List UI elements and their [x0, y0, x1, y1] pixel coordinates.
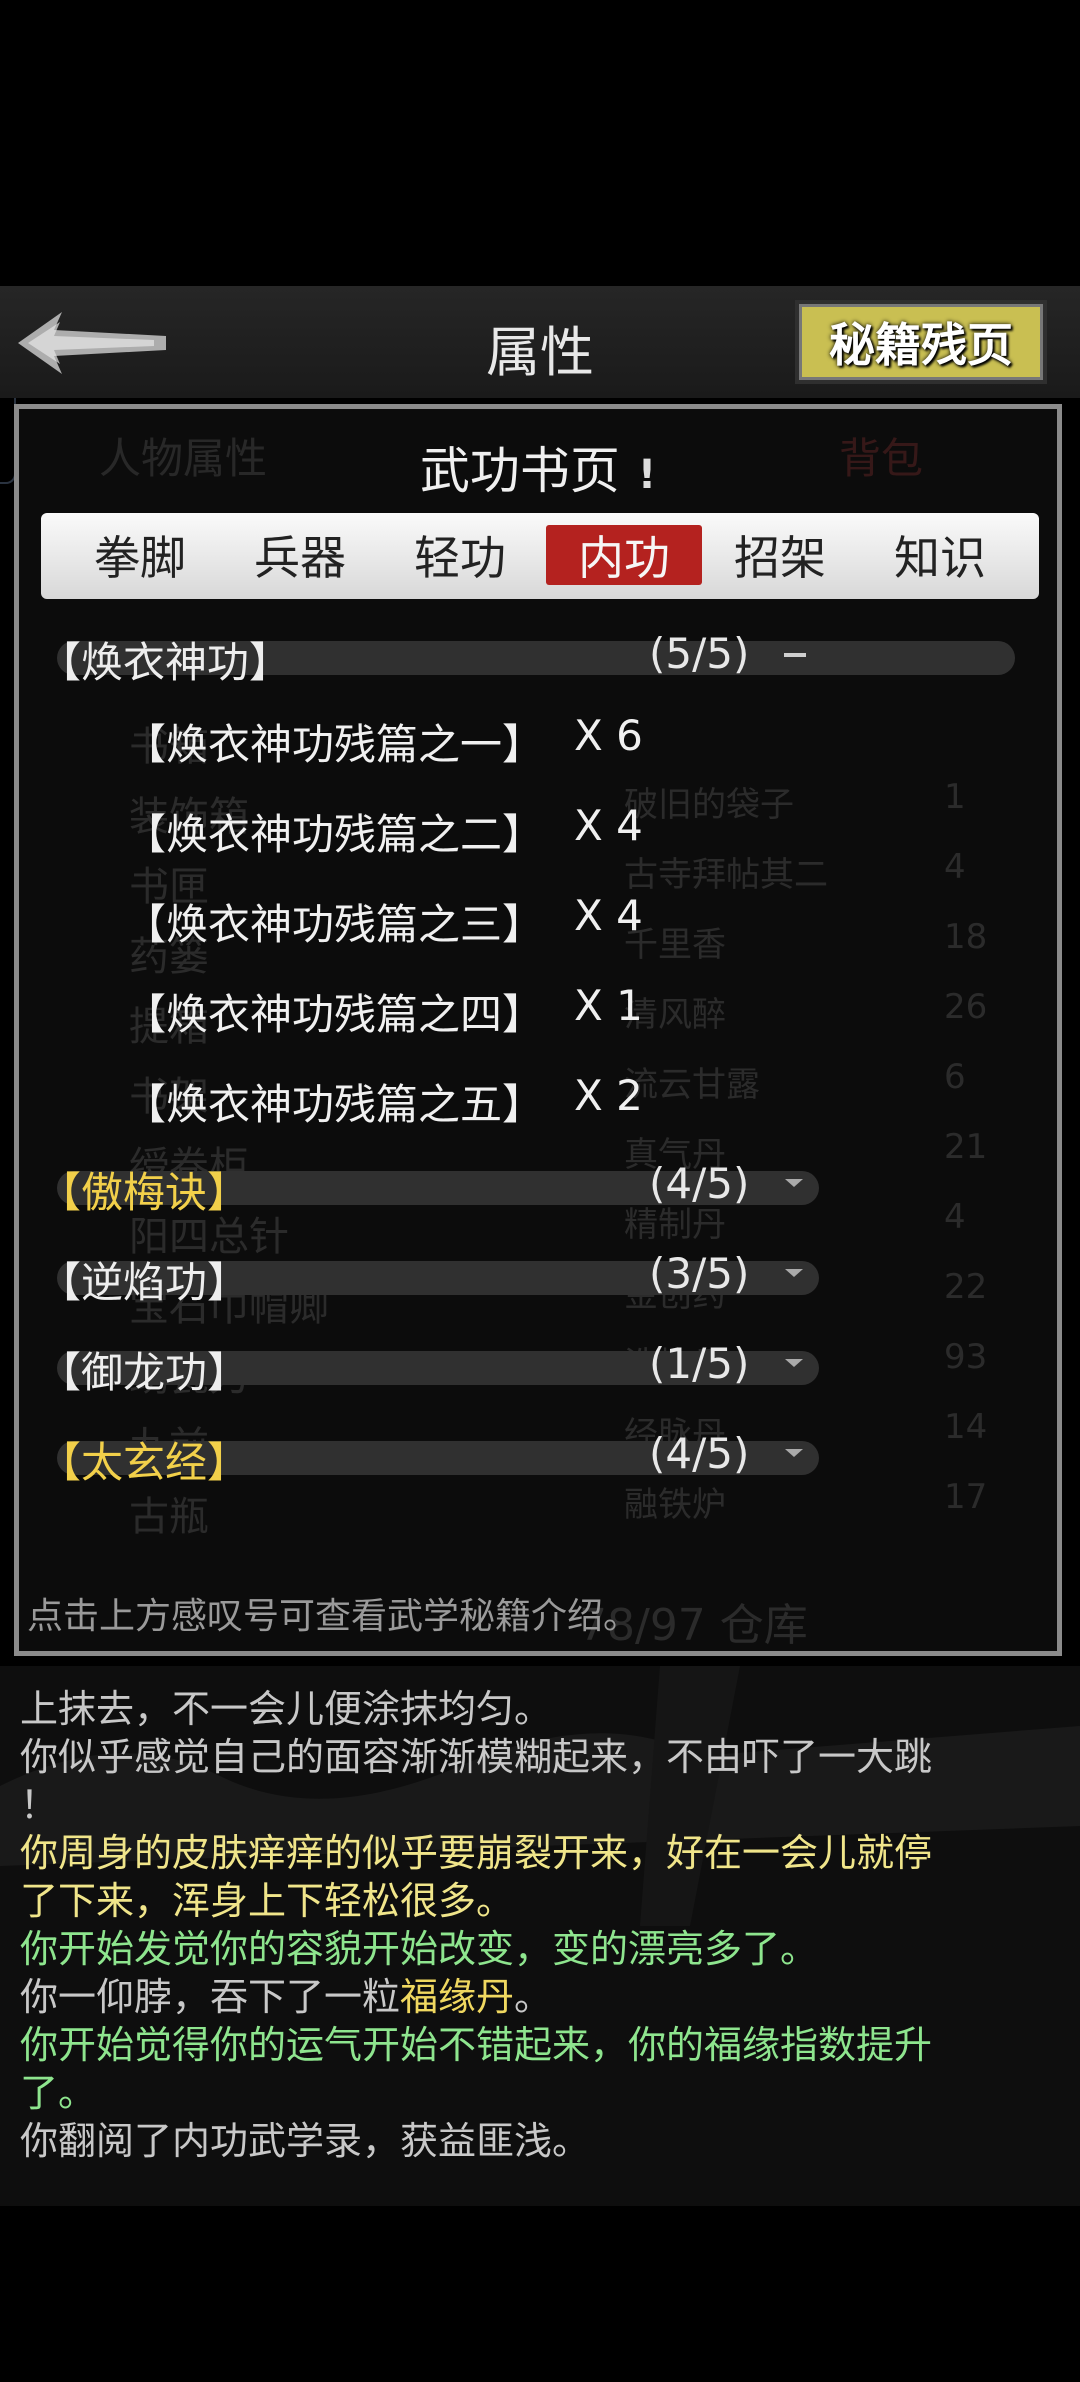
expand-chevron-icon[interactable] — [785, 1269, 803, 1277]
bg-right-item-count: 18 — [944, 917, 988, 957]
group-count: (4/5) — [649, 1159, 750, 1208]
bg-right-item-name: 融铁炉 — [624, 1485, 726, 1525]
bg-right-item-count: 4 — [944, 1197, 966, 1237]
group-count: (4/5) — [649, 1429, 750, 1478]
fragment-item-name: 【焕衣神功残篇之四】 — [124, 990, 545, 1039]
expand-chevron-icon[interactable] — [785, 1359, 803, 1367]
panel-title: 武功书页! — [19, 431, 1057, 503]
log-tail: 。 — [514, 1975, 553, 2019]
log-highlight: 福缘丹 — [400, 1975, 515, 2019]
log-text: 你似乎感觉自己的面容渐渐模糊起来，不由吓了一大跳 — [20, 1735, 933, 1779]
log-text: 你翻阅了内功武学录，获益匪浅。 — [20, 2119, 591, 2163]
fragment-item-qty: X 2 — [574, 1071, 643, 1120]
group-name: 【太玄经】 — [39, 1438, 250, 1487]
log-text: 了下来，浑身上下轻松很多。 — [20, 1879, 515, 1923]
log-line: 你开始觉得你的运气开始不错起来，你的福缘指数提升 — [20, 2014, 932, 2069]
tab-inner-power[interactable]: 内功 — [546, 525, 702, 585]
tab-knowledge[interactable]: 知识 — [862, 525, 1018, 585]
log-line: 你开始发觉你的容貌开始改变，变的漂亮多了。 — [20, 1918, 818, 1973]
group-count: (3/5) — [649, 1249, 750, 1298]
category-tabs: 拳脚 兵器 轻功 内功 招架 知识 — [41, 513, 1039, 599]
bg-right-item-name: 古寺拜帖其二 — [624, 855, 828, 895]
log-text: 了。 — [20, 2071, 97, 2115]
martial-arts-panel: 人物属性 背包 78/97 仓库 书箱 装饰箱 书匣 药篓 提箱 书架 绶卷柜 阳四总针 宝石巾… — [14, 404, 1062, 1656]
log-text: 你开始发觉你的容貌开始改变，变的漂亮多了。 — [20, 1927, 819, 1971]
fragment-item-qty: X 4 — [574, 891, 643, 940]
tab-lightness[interactable]: 轻功 — [382, 525, 538, 585]
bg-right-item-count: 21 — [944, 1127, 988, 1167]
log-line: 了下来，浑身上下轻松很多。 — [20, 1870, 514, 1925]
group-name: 【逆焰功】 — [39, 1258, 250, 1307]
panel-title-text: 武功书页 — [419, 442, 620, 500]
hint-text: 点击上方感叹号可查看武学秘籍介绍。 — [27, 1596, 640, 1637]
tab-fist[interactable]: 拳脚 — [62, 525, 218, 585]
bg-right-item-count: 93 — [944, 1337, 988, 1377]
bg-right-item-count: 4 — [944, 847, 966, 887]
info-exclamation-button[interactable]: ! — [638, 452, 656, 498]
fragment-item-name: 【焕衣神功残篇之五】 — [124, 1080, 545, 1129]
log-line: 了。 — [20, 2062, 96, 2117]
bg-right-item-count: 22 — [944, 1267, 988, 1307]
bg-right-item-name: 流云甘露 — [624, 1065, 760, 1105]
fragment-item-qty: X 6 — [574, 711, 643, 760]
log-line: 你似乎感觉自己的面容渐渐模糊起来，不由吓了一大跳 — [20, 1726, 932, 1781]
log-line: 你周身的皮肤痒痒的似乎要崩裂开来，好在一会儿就停 — [20, 1822, 932, 1877]
bg-right-item-count: 17 — [944, 1477, 988, 1517]
log-line: 你一仰脖，吞下了一粒福缘丹。 — [20, 1966, 552, 2021]
bg-right-item-name: 破旧的袋子 — [624, 785, 794, 825]
log-line: 上抹去，不一会儿便涂抹均匀。 — [20, 1678, 552, 1733]
bg-right-item-count: 6 — [944, 1057, 966, 1097]
bg-right-item-count: 1 — [944, 777, 966, 817]
tab-weapon[interactable]: 兵器 — [222, 525, 378, 585]
log-text: ！ — [20, 1783, 59, 1827]
tab-parry[interactable]: 招架 — [702, 525, 858, 585]
log-line: ！ — [20, 1774, 58, 1829]
message-log: 上抹去，不一会儿便涂抹均匀。 你似乎感觉自己的面容渐渐模糊起来，不由吓了一大跳！你… — [0, 1666, 1080, 2206]
fragment-item-name: 【焕衣神功残篇之三】 — [124, 900, 545, 949]
group-name: 【焕衣神功】 — [39, 638, 292, 687]
expand-chevron-icon[interactable] — [785, 1179, 803, 1187]
group-count: (5/5) — [649, 629, 750, 678]
collapse-icon[interactable] — [784, 653, 806, 657]
log-text: 你开始觉得你的运气开始不错起来，你的福缘指数提升 — [20, 2023, 933, 2067]
fragment-item-name: 【焕衣神功残篇之二】 — [124, 810, 545, 859]
group-count: (1/5) — [649, 1339, 750, 1388]
log-line: 你翻阅了内功武学录，获益匪浅。 — [20, 2110, 590, 2165]
group-name: 【御龙功】 — [39, 1348, 250, 1397]
bg-right-item-count: 26 — [944, 987, 988, 1027]
log-text: 你一仰脖，吞下了一粒 — [20, 1975, 401, 2019]
fragment-item-qty: X 1 — [574, 981, 643, 1030]
fragment-pages-button[interactable]: 秘籍残页 — [795, 300, 1047, 384]
log-text: 你周身的皮肤痒痒的似乎要崩裂开来，好在一会儿就停 — [20, 1831, 933, 1875]
fragment-item-qty: X 4 — [574, 801, 643, 850]
group-name: 【傲梅诀】 — [39, 1168, 250, 1217]
bg-right-item-count: 14 — [944, 1407, 988, 1447]
expand-chevron-icon[interactable] — [785, 1449, 803, 1457]
log-text: 上抹去，不一会儿便涂抹均匀。 — [20, 1687, 553, 1731]
bg-left-item: 古瓶 — [129, 1494, 209, 1540]
fragment-item-name: 【焕衣神功残篇之一】 — [124, 720, 545, 769]
top-header: 属性 秘籍残页 — [0, 286, 1080, 398]
